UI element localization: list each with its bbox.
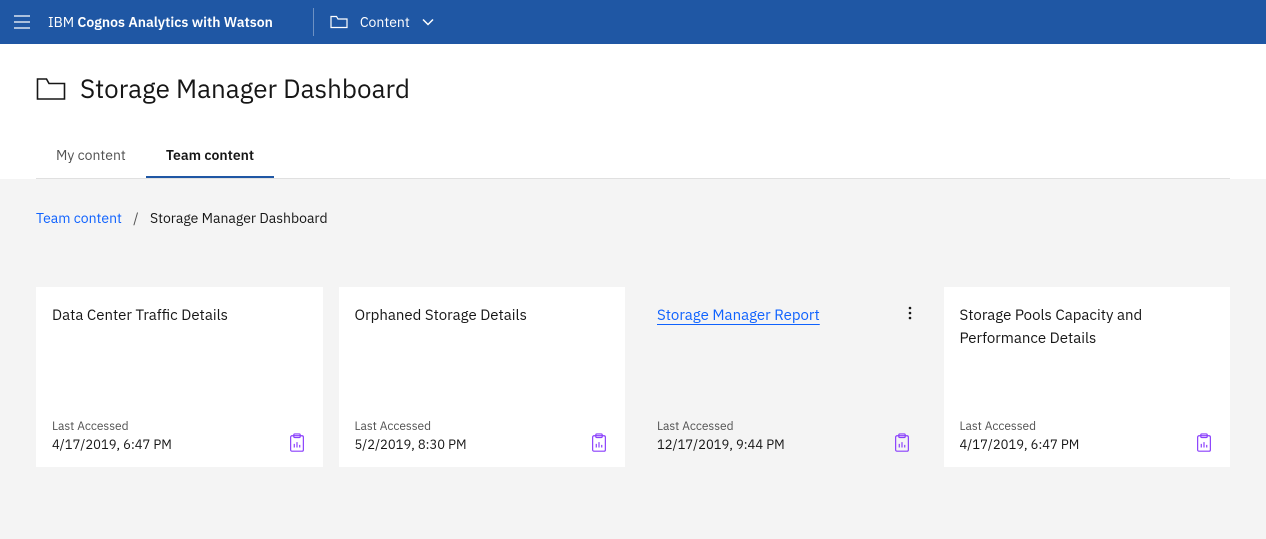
report-icon [287, 433, 307, 453]
card-title: Storage Pools Capacity and Performance D… [960, 305, 1215, 350]
topbar-divider [313, 8, 314, 36]
content-area: Team content / Storage Manager Dashboard… [0, 179, 1266, 539]
card-footer: Last Accessed 4/17/2019, 6:47 PM [52, 419, 307, 453]
page-title: Storage Manager Dashboard [80, 72, 410, 106]
page-title-row: Storage Manager Dashboard [36, 72, 1230, 106]
card-meta-value: 4/17/2019, 6:47 PM [52, 436, 172, 453]
breadcrumb-current: Storage Manager Dashboard [150, 209, 328, 227]
card-title: Storage Manager Report [657, 305, 912, 328]
tab-team-content[interactable]: Team content [146, 134, 274, 178]
card-meta-value: 4/17/2019, 6:47 PM [960, 436, 1080, 453]
topbar: IBM Cognos Analytics with Watson Content [0, 0, 1266, 44]
hamburger-menu-button[interactable] [0, 0, 44, 44]
tab-my-content[interactable]: My content [36, 134, 146, 178]
breadcrumb-root-link[interactable]: Team content [36, 209, 122, 227]
card-meta-label: Last Accessed [657, 419, 785, 434]
brand-light: IBM [48, 13, 77, 31]
cards-grid: Data Center Traffic Details Last Accesse… [36, 287, 1230, 467]
content-label: Content [360, 13, 410, 31]
brand-label: IBM Cognos Analytics with Watson [48, 13, 273, 31]
breadcrumb-separator: / [133, 209, 138, 227]
card-more-button[interactable] [902, 305, 918, 321]
folder-icon [330, 15, 348, 29]
card-meta-label: Last Accessed [355, 419, 467, 434]
card-meta-value: 12/17/2019, 9:44 PM [657, 436, 785, 453]
card-meta: Last Accessed 12/17/2019, 9:44 PM [657, 419, 785, 453]
card-item[interactable]: Data Center Traffic Details Last Accesse… [36, 287, 323, 467]
card-item[interactable]: Orphaned Storage Details Last Accessed 5… [339, 287, 626, 467]
chevron-down-icon [422, 18, 434, 26]
card-title: Orphaned Storage Details [355, 305, 610, 328]
card-meta-value: 5/2/2019, 8:30 PM [355, 436, 467, 453]
report-icon [589, 433, 609, 453]
card-footer: Last Accessed 12/17/2019, 9:44 PM [657, 419, 912, 453]
card-meta: Last Accessed 5/2/2019, 8:30 PM [355, 419, 467, 453]
card-item[interactable]: Storage Pools Capacity and Performance D… [944, 287, 1231, 467]
card-item[interactable]: Storage Manager Report Last Accessed 12/… [641, 287, 928, 467]
folder-icon [36, 77, 66, 101]
report-icon [1194, 433, 1214, 453]
hamburger-icon [14, 15, 30, 29]
card-meta: Last Accessed 4/17/2019, 6:47 PM [52, 419, 172, 453]
card-meta-label: Last Accessed [52, 419, 172, 434]
page-header: Storage Manager Dashboard My content Tea… [0, 44, 1266, 179]
content-dropdown[interactable]: Content [330, 13, 434, 31]
breadcrumb: Team content / Storage Manager Dashboard [36, 209, 1230, 227]
card-footer: Last Accessed 5/2/2019, 8:30 PM [355, 419, 610, 453]
brand-bold: Cognos Analytics with Watson [77, 13, 272, 31]
card-meta: Last Accessed 4/17/2019, 6:47 PM [960, 419, 1080, 453]
overflow-menu-icon [908, 306, 912, 320]
card-footer: Last Accessed 4/17/2019, 6:47 PM [960, 419, 1215, 453]
card-title: Data Center Traffic Details [52, 305, 307, 328]
report-icon [892, 433, 912, 453]
card-meta-label: Last Accessed [960, 419, 1080, 434]
tabs: My content Team content [36, 134, 1230, 179]
